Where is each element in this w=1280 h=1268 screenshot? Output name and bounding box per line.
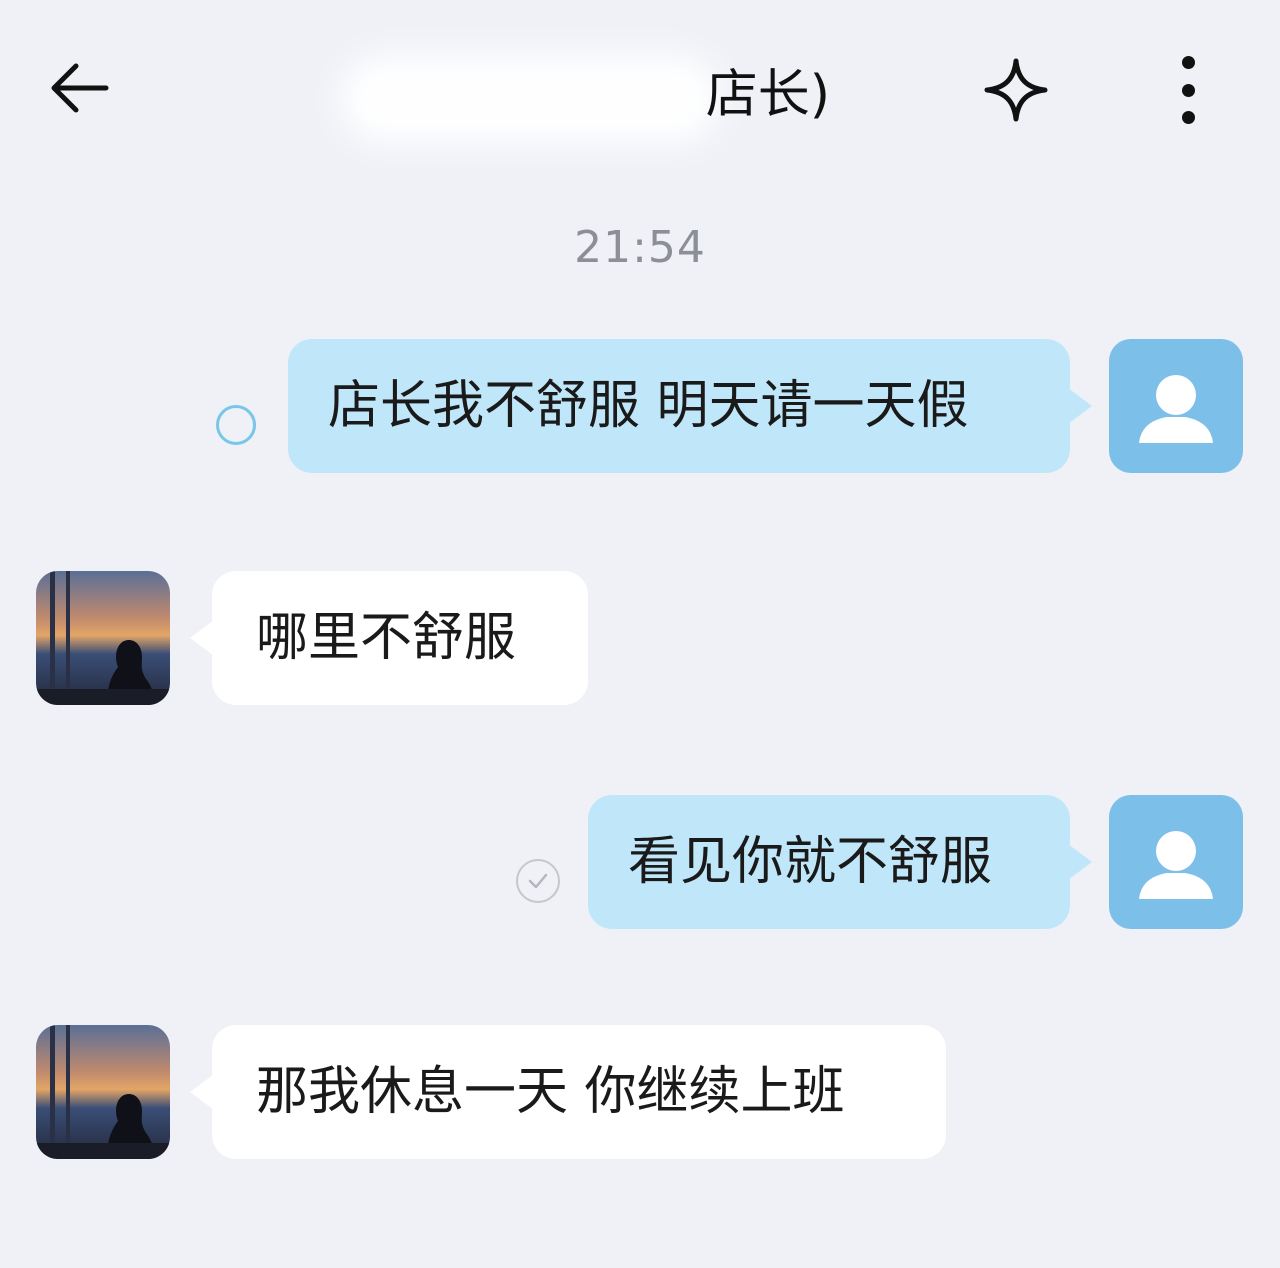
dot-icon: [1181, 56, 1195, 69]
silhouette-avatar-icon: [36, 571, 170, 705]
bubble-tail: [1068, 388, 1092, 424]
contact-avatar[interactable]: [36, 1025, 170, 1159]
incoming-message-bubble[interactable]: 哪里不舒服: [190, 571, 588, 705]
top-bar: 店长): [0, 0, 1280, 180]
sending-status-icon: [216, 405, 256, 445]
outgoing-message-bubble[interactable]: 看见你就不舒服: [588, 795, 1092, 929]
redacted-name-blur: [340, 54, 720, 144]
contact-avatar[interactable]: [36, 571, 170, 705]
message-timestamp: 21:54: [574, 222, 706, 273]
back-button[interactable]: [38, 52, 118, 124]
incoming-message-bubble[interactable]: 那我休息一天 你继续上班: [190, 1025, 946, 1159]
dot-icon: [1181, 83, 1195, 97]
self-avatar[interactable]: [1109, 339, 1243, 473]
bubble-tail: [1068, 844, 1092, 880]
message-text: 店长我不舒服 明天请一天假: [328, 376, 969, 436]
chat-title-text: 店长): [705, 65, 830, 125]
message-text: 看见你就不舒服: [628, 832, 993, 892]
favorite-button[interactable]: [978, 52, 1054, 128]
silhouette-avatar-icon: [36, 1025, 170, 1159]
default-user-icon: [1139, 831, 1213, 899]
more-options-button[interactable]: [1160, 50, 1216, 130]
default-user-icon: [1139, 375, 1213, 443]
arrow-left-icon: [51, 63, 109, 113]
bubble-tail: [190, 1074, 214, 1110]
check-icon: [528, 873, 548, 889]
outgoing-message-bubble[interactable]: 店长我不舒服 明天请一天假: [288, 339, 1092, 473]
message-text: 哪里不舒服: [256, 608, 517, 668]
sparkle-star-icon: [984, 58, 1048, 122]
self-avatar[interactable]: [1109, 795, 1243, 929]
dot-icon: [1181, 111, 1195, 124]
message-text: 那我休息一天 你继续上班: [256, 1062, 845, 1122]
read-status-icon: [516, 859, 560, 903]
bubble-tail: [190, 620, 214, 656]
chat-title: 店长): [340, 50, 860, 144]
